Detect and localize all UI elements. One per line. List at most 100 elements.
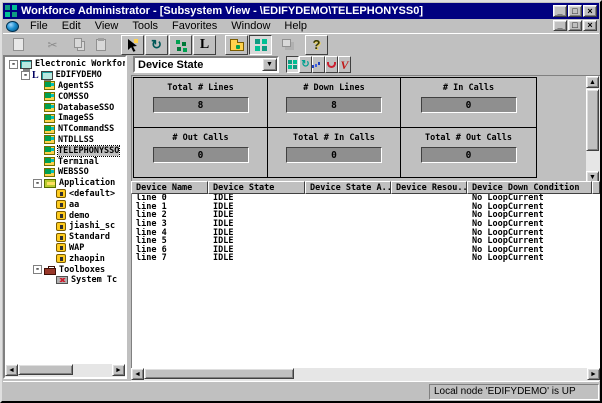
menu-help[interactable]: Help <box>277 20 314 33</box>
tree-item-comsso[interactable]: COMSSO <box>5 91 125 102</box>
device-table: line 0IDLENo LoopCurrent line 1IDLENo Lo… <box>131 194 600 368</box>
tree-item-standard[interactable]: Standard <box>5 232 125 243</box>
application-icon <box>56 211 66 220</box>
expand-box[interactable]: - <box>21 71 30 80</box>
subsystem-view-button[interactable] <box>249 35 272 55</box>
tree-item-terminal[interactable]: Terminal <box>5 156 125 167</box>
tree-item-databasesso[interactable]: DatabaseSSO <box>5 102 125 113</box>
scroll-thumb[interactable] <box>586 89 599 151</box>
scroll-left-icon[interactable]: ◄ <box>5 364 18 376</box>
application-icon <box>56 200 66 209</box>
pointer-icon <box>126 38 140 52</box>
tile-view-icon <box>282 39 291 47</box>
close-button[interactable]: × <box>583 5 597 17</box>
select-pointer-button[interactable] <box>121 35 144 55</box>
refresh-button[interactable]: ↻ <box>145 35 168 55</box>
column-device-resource[interactable]: Device Resou... <box>391 181 467 194</box>
stat-value: 0 <box>421 147 517 163</box>
stat-value: 8 <box>153 97 249 113</box>
column-device-state[interactable]: Device State <box>208 181 305 194</box>
recycle-icon: ↻ <box>301 60 309 70</box>
tree-item-application[interactable]: - Application <box>5 178 125 189</box>
table-row[interactable]: line 7IDLENo LoopCurrent <box>132 254 600 263</box>
table-horizontal-scrollbar[interactable]: ◄ ► <box>131 368 600 381</box>
tree-item-agentss[interactable]: AgentSS <box>5 81 125 92</box>
scroll-thumb[interactable] <box>18 364 73 375</box>
subsystem-icon <box>44 168 55 177</box>
tree-item-edifydemo[interactable]: - L EDIFYDEMO <box>5 70 125 81</box>
new-document-icon <box>13 38 24 51</box>
open-folder-button[interactable] <box>225 35 248 55</box>
menu-window[interactable]: Window <box>224 20 277 33</box>
expand-box[interactable]: - <box>33 179 42 188</box>
grid-view-small-button[interactable] <box>286 56 299 73</box>
application-folder-icon <box>44 179 56 188</box>
menu-file[interactable]: File <box>23 20 55 33</box>
child-system-menu-icon[interactable] <box>6 21 19 32</box>
column-device-state-a[interactable]: Device State A... <box>305 181 391 194</box>
tree-item-wap[interactable]: WAP <box>5 243 125 254</box>
scatter-icon <box>176 40 180 44</box>
menu-favorites[interactable]: Favorites <box>165 20 224 33</box>
expand-box[interactable]: - <box>33 265 42 274</box>
tree-item-telephonysso[interactable]: TELEPHONYSSO <box>5 145 125 156</box>
computer-icon <box>41 71 53 80</box>
scroll-right-icon[interactable]: ► <box>112 364 125 376</box>
run-subsystems-button[interactable] <box>169 35 192 55</box>
view-toolbar: ↻ V <box>286 56 351 73</box>
tree-item-default[interactable]: <default> <box>5 189 125 200</box>
tree-item-electronic-workforce[interactable]: - Electronic Workfor <box>5 59 125 70</box>
menu-edit[interactable]: Edit <box>55 20 88 33</box>
tree-item-zhaopin[interactable]: zhaopin <box>5 253 125 264</box>
tree-item-websso[interactable]: WEBSSO <box>5 167 125 178</box>
minimize-button[interactable]: _ <box>553 5 567 17</box>
validate-button[interactable]: V <box>338 56 351 73</box>
child-close-button[interactable]: × <box>583 20 597 31</box>
refresh-view-button[interactable]: ↻ <box>299 56 312 73</box>
tree-item-ntdllss[interactable]: NTDLLSS <box>5 135 125 146</box>
child-restore-button[interactable]: □ <box>568 20 582 31</box>
scroll-left-icon[interactable]: ◄ <box>131 368 144 380</box>
tree-item-toolboxes[interactable]: - Toolboxes <box>5 264 125 275</box>
stat-total-out-calls: Total # Out Calls 0 <box>401 128 536 177</box>
stats-panel: Total # Lines 8 # Down Lines 8 # In Call… <box>131 75 600 182</box>
child-minimize-button[interactable]: _ <box>553 20 567 31</box>
new-document-button <box>7 35 30 55</box>
column-device-down-condition[interactable]: Device Down Condition <box>467 181 592 194</box>
view-selector-combobox[interactable]: Device State ▼ <box>133 56 279 73</box>
scroll-thumb[interactable] <box>144 368 294 379</box>
column-extra[interactable] <box>592 181 600 194</box>
subsystem-icon <box>44 114 55 123</box>
expand-box[interactable]: - <box>9 60 18 69</box>
folder-icon <box>230 42 244 51</box>
tree-item-ntcommandss[interactable]: NTCommandSS <box>5 124 125 135</box>
column-device-name[interactable]: Device Name <box>131 181 208 194</box>
subsystem-icon <box>44 135 55 144</box>
tree-horizontal-scrollbar[interactable]: ◄ ► <box>5 364 125 377</box>
combo-dropdown-icon[interactable]: ▼ <box>262 58 277 71</box>
tree-item-system-toolbox[interactable]: System Tc <box>5 275 125 286</box>
chart-view-button[interactable] <box>312 56 325 73</box>
paste-icon <box>96 39 106 51</box>
tree-item-demo[interactable]: demo <box>5 210 125 221</box>
system-toolbox-icon <box>56 276 68 284</box>
scroll-up-icon[interactable]: ▲ <box>586 76 599 88</box>
stat-out-calls: # Out Calls 0 <box>134 128 268 177</box>
scroll-right-icon[interactable]: ► <box>587 368 600 380</box>
tree-item-imagess[interactable]: ImageSS <box>5 113 125 124</box>
help-icon: ? <box>313 38 321 51</box>
tree: - Electronic Workfor - L EDIFYDEMO Agent… <box>5 59 125 286</box>
title-bar[interactable]: Workforce Administrator - [Subsystem Vie… <box>3 3 599 19</box>
local-node-button[interactable]: L <box>193 35 216 55</box>
stat-value: 0 <box>153 147 249 163</box>
help-button[interactable]: ? <box>305 35 328 55</box>
restore-button[interactable]: □ <box>568 5 582 17</box>
magnet-button[interactable] <box>325 56 338 73</box>
app-window: Workforce Administrator - [Subsystem Vie… <box>0 0 602 403</box>
tree-item-jiashi[interactable]: jiashi_sc <box>5 221 125 232</box>
menu-tools[interactable]: Tools <box>125 20 165 33</box>
menu-view[interactable]: View <box>88 20 126 33</box>
tree-item-aa[interactable]: aa <box>5 199 125 210</box>
subsystem-icon <box>44 157 55 166</box>
stats-vertical-scrollbar[interactable]: ▲ ▼ <box>586 76 600 183</box>
